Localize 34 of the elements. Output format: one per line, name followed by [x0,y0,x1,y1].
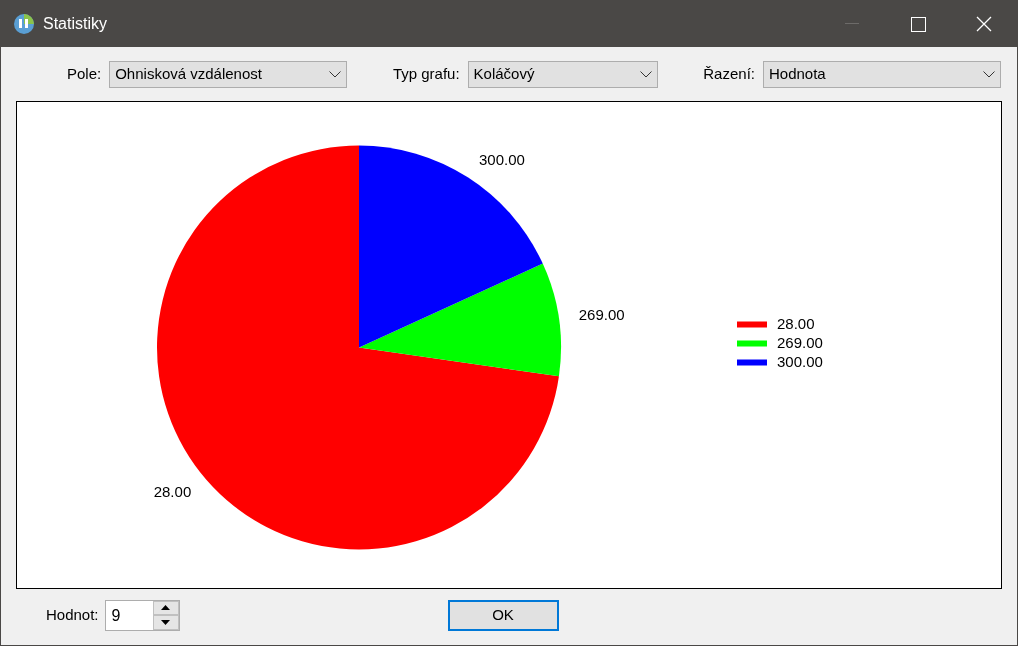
dropdown-value: Koláčový [473,63,535,84]
triangle-up-icon [161,605,171,611]
dropdown-value: Ohnisková vzdálenost [115,63,262,84]
spin-up-button[interactable] [152,600,179,615]
spin-value: 9 [110,605,122,626]
dropdown[interactable]: Ohnisková vzdálenost [109,60,348,88]
triangle-down-icon [161,619,171,625]
field-label: Pole: [67,63,102,84]
legend-swatch [737,359,767,366]
field-label: Řazení: [703,63,755,84]
field-label: Typ grafu: [392,63,460,84]
spin-box[interactable]: 9 [104,599,180,631]
legend-label: 269.00 [777,334,823,352]
slice-label: 28.00 [153,482,192,500]
dropdown[interactable]: Hodnota [763,60,1001,88]
minimize-icon [845,23,859,25]
spin-down-button[interactable] [152,615,179,630]
chevron-down-icon [983,70,995,78]
field-label: Hodnot: [46,604,99,625]
dropdown-value: Hodnota [769,63,826,84]
legend-swatch [737,321,767,328]
legend-label: 28.00 [777,315,815,333]
ok-button[interactable]: OK [447,599,559,631]
close-icon [976,16,992,32]
dropdown[interactable]: Koláčový [467,60,658,88]
legend-swatch [737,340,767,347]
window-title: Statistiky [43,14,107,34]
chevron-down-icon [329,70,342,78]
slice-label: 300.00 [479,150,525,168]
app-logo-icon [13,13,35,35]
maximize-icon [910,16,926,32]
slice-label: 269.00 [578,305,625,323]
legend-label: 300.00 [777,353,823,371]
chevron-down-icon [639,70,652,78]
